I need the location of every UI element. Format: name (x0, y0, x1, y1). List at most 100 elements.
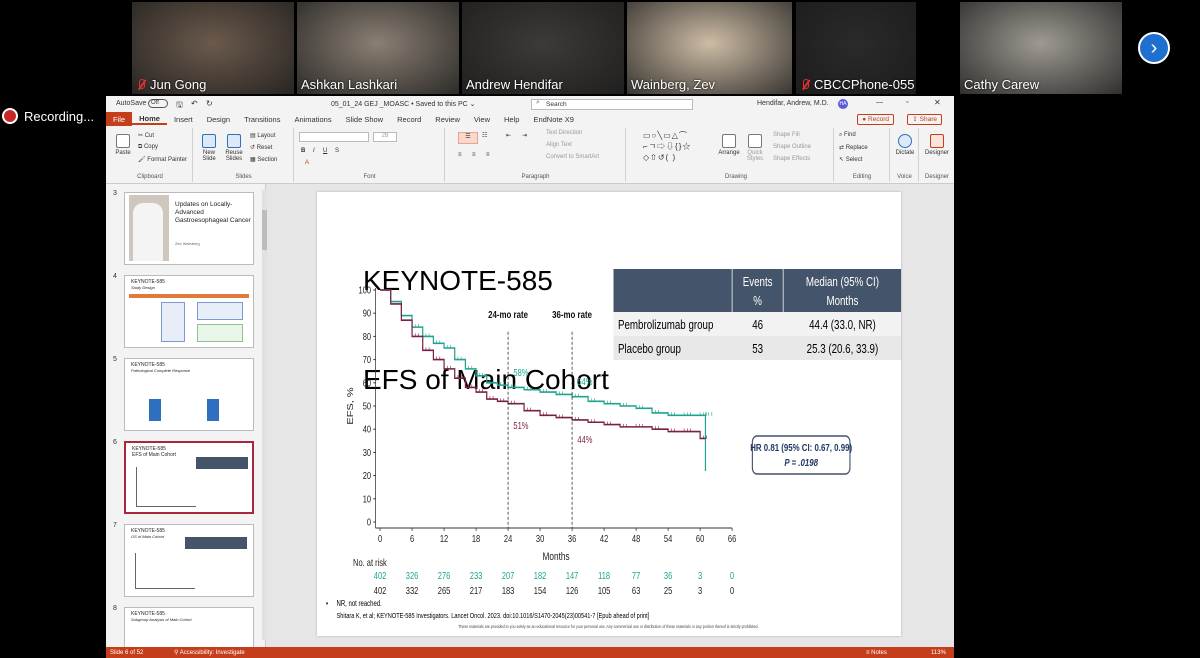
tab-transitions[interactable]: Transitions (237, 115, 287, 124)
align-center-button[interactable]: ≡ (472, 152, 476, 158)
shape-fill-button[interactable]: Shape Fill (773, 132, 800, 138)
convert-smartart-button[interactable]: Convert to SmartArt (546, 154, 599, 160)
save-icon[interactable]: 🖫 (176, 99, 183, 113)
participant-name: CBCCPhone-055 (814, 77, 915, 92)
close-icon[interactable]: ✕ (934, 98, 941, 107)
participant-tile[interactable]: Andrew Hendifar (462, 2, 624, 94)
layout-label: Layout (257, 133, 276, 139)
group-slides: New Slide Reuse Slides ▤ Layout ↺ Reset … (194, 128, 294, 182)
tab-view[interactable]: View (467, 115, 497, 124)
find-button[interactable]: ⌕ Find (839, 132, 856, 139)
tab-animations[interactable]: Animations (287, 115, 338, 124)
thumbnail-slide-3[interactable]: 3 Updates on Locally-Advanced Gastroesop… (110, 190, 260, 266)
group-label: Drawing (724, 174, 747, 180)
share-button[interactable]: ⇪ Share (907, 114, 942, 125)
user-name[interactable]: Hendifar, Andrew, M.D. (757, 100, 829, 107)
participant-tile[interactable]: Cathy Carew (960, 2, 1122, 94)
align-left-button[interactable]: ≡ (458, 152, 462, 158)
notes-button[interactable]: ≡ Notes (866, 650, 887, 656)
thumbnail-slide-6[interactable]: 6 KEYNOTE-585 EFS of Main Cohort (110, 439, 260, 515)
underline-button[interactable]: U (323, 148, 327, 154)
slide-canvas[interactable]: KEYNOTE-585 EFS of Main Cohort Events % … (317, 192, 901, 636)
bullets-button[interactable]: ☰ (458, 132, 478, 144)
table-header-events: Events (743, 276, 773, 290)
font-size-select[interactable]: 28 (373, 132, 397, 142)
thumbnail-slide-7[interactable]: 7 KEYNOTE-585 OS of Main Cohort (110, 522, 260, 598)
y-tick-label: 40 (363, 424, 371, 435)
thumbnail-image: KEYNOTE-585 OS of Main Cohort (124, 524, 254, 597)
tab-record[interactable]: Record (390, 115, 428, 124)
format-painter-button[interactable]: 🖌 Format Painter (138, 156, 187, 163)
dictate-button[interactable]: Dictate (893, 134, 917, 156)
numbering-button[interactable]: ☷ (482, 132, 487, 139)
shape-outline-button[interactable]: Shape Outline (773, 144, 811, 150)
participant-tile-active-speaker[interactable]: Wainberg, Zev (627, 2, 792, 94)
record-button[interactable]: ● Record (857, 114, 894, 125)
font-color-button[interactable]: A (305, 160, 309, 166)
align-right-button[interactable]: ≡ (486, 152, 490, 158)
align-text-button[interactable]: Align Text (546, 142, 572, 148)
paste-button[interactable]: Paste (112, 134, 134, 156)
font-family-select[interactable] (299, 132, 369, 142)
tab-home[interactable]: Home (132, 114, 167, 125)
shape-effects-button[interactable]: Shape Effects (773, 156, 810, 162)
reuse-slides-button[interactable]: Reuse Slides (222, 134, 246, 162)
italic-button[interactable]: I (313, 148, 315, 154)
thumbnail-table (196, 457, 248, 469)
designer-button[interactable]: Designer (922, 134, 952, 156)
select-button[interactable]: ↖ Select (839, 156, 862, 163)
y-tick-label: 90 (363, 308, 371, 319)
section-button[interactable]: ▦ Section (250, 156, 277, 163)
next-participants-button[interactable]: › (1138, 32, 1170, 64)
decrease-indent-button[interactable]: ⇤ (506, 132, 511, 139)
copy-button[interactable]: ⧉ Copy (138, 144, 158, 151)
autosave-toggle[interactable]: Off (148, 99, 168, 108)
thumbnail-scrollbar[interactable] (262, 190, 267, 640)
tab-help[interactable]: Help (497, 115, 526, 124)
recording-indicator[interactable]: Recording... (0, 104, 94, 128)
redo-icon[interactable]: ↻ (206, 99, 213, 108)
participant-tile[interactable]: Ashkan Lashkari (297, 2, 459, 94)
document-filename[interactable]: 05_01_24 GEJ _MOASC • Saved to this PC ⌄ (331, 100, 476, 108)
accessibility-status[interactable]: ⚲ Accessibility: Investigate (174, 649, 245, 656)
chevron-right-icon: › (1150, 36, 1158, 59)
slide-counter[interactable]: Slide 6 of 52 (110, 650, 143, 656)
replace-button[interactable]: ⇄ Replace (839, 144, 868, 151)
quick-styles-button[interactable]: Quick Styles (743, 134, 767, 162)
participant-tile[interactable]: Jun Gong (132, 2, 294, 94)
tab-design[interactable]: Design (200, 115, 237, 124)
minimize-icon[interactable]: — (876, 99, 883, 106)
increase-indent-button[interactable]: ⇥ (522, 132, 527, 139)
paste-label: Paste (115, 150, 131, 156)
tab-endnote[interactable]: EndNote X9 (526, 115, 580, 124)
tab-review[interactable]: Review (428, 115, 467, 124)
slide-scrollbar[interactable] (944, 184, 952, 647)
new-slide-button[interactable]: New Slide (198, 134, 220, 162)
tab-slide-show[interactable]: Slide Show (339, 115, 391, 124)
strikethrough-button[interactable]: S (335, 148, 339, 154)
bold-button[interactable]: B (301, 148, 305, 154)
search-icon: ⌕ (536, 99, 540, 106)
at-risk-placebo: 154 (534, 585, 547, 596)
layout-button[interactable]: ▤ Layout (250, 132, 275, 139)
avatar[interactable]: HA (838, 99, 848, 109)
group-label: Voice (897, 174, 912, 180)
tab-file[interactable]: File (106, 112, 133, 126)
text-direction-button[interactable]: Text Direction (546, 130, 582, 136)
reset-button[interactable]: ↺ Reset (250, 144, 272, 151)
zoom-level[interactable]: 113% (931, 650, 946, 656)
at-risk-placebo: 265 (438, 585, 451, 596)
search-input[interactable]: Search (531, 99, 693, 110)
undo-icon[interactable]: ↶ (191, 99, 198, 108)
restore-icon[interactable]: ▫ (906, 99, 908, 106)
shapes-gallery[interactable]: ▭○╲▭△⌒ ⌐ㄱ⇨⇩{}☆ ◇⇧↺( ) (643, 130, 713, 163)
autosave-label: AutoSave (116, 100, 147, 107)
participant-tile[interactable]: CBCCPhone-055 (796, 2, 916, 94)
footnote-nr: NR, not reached. (337, 600, 382, 608)
tab-insert[interactable]: Insert (167, 115, 200, 124)
thumbnail-slide-4[interactable]: 4 KEYNOTE-585 Study Design (110, 273, 260, 349)
thumbnail-slide-5[interactable]: 5 KEYNOTE-585 Pathological Complete Resp… (110, 356, 260, 432)
at-risk-placebo: 3 (698, 585, 702, 596)
cut-button[interactable]: ✂ Cut (138, 132, 154, 139)
arrange-button[interactable]: Arrange (717, 134, 741, 156)
